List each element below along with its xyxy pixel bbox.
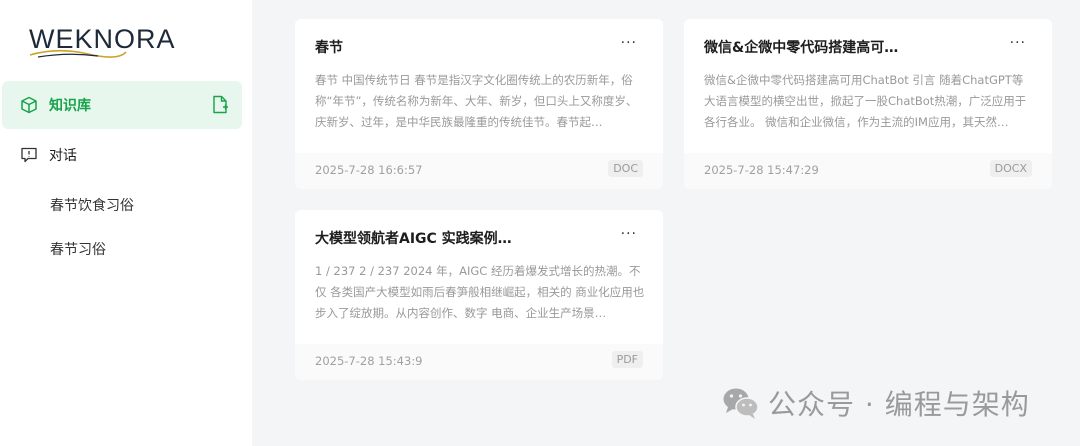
app-root: WEKNORA 知识库 对话 春节饮食习俗 春节习俗 春节 ··· 春节 中国传…: [0, 0, 1080, 446]
conversation-item[interactable]: 春节习俗: [50, 239, 106, 259]
knowledge-base-icon: [19, 95, 39, 115]
nav-chat-label: 对话: [49, 148, 77, 164]
card-date: 2025-7-28 16:6:57: [315, 163, 423, 177]
nav-knowledge-base-label: 知识库: [49, 98, 91, 114]
card-date: 2025-7-28 15:43:9: [315, 354, 423, 368]
card-description: 春节 中国传统节日 春节是指汉字文化圈传统上的农历新年，俗称“年节”，传统名称为…: [315, 73, 638, 129]
card-footer: 2025-7-28 15:43:9 PDF: [295, 344, 663, 380]
card-title: 微信&企微中零代码搭建高可…: [704, 40, 899, 56]
card-title: 大模型领航者AIGC 实践案例…: [315, 231, 512, 247]
sidebar: WEKNORA 知识库 对话 春节饮食习俗 春节习俗: [0, 0, 252, 446]
watermark-text: 公众号 · 编程与架构: [768, 388, 1030, 421]
wechat-icon: [723, 388, 759, 419]
document-card[interactable]: 微信&企微中零代码搭建高可… ··· 微信&企微中零代码搭建高可用ChatBot…: [684, 19, 1052, 189]
watermark: 公众号 · 编程与架构: [722, 383, 1030, 423]
nav-chat[interactable]: 对话: [2, 131, 242, 179]
file-type-badge: PDF: [611, 351, 643, 368]
file-type-badge: DOCX: [989, 160, 1032, 177]
card-title: 春节: [315, 40, 343, 56]
more-options-icon[interactable]: ···: [621, 35, 637, 51]
conversation-item[interactable]: 春节饮食习俗: [50, 195, 134, 215]
nav-knowledge-base[interactable]: 知识库: [2, 81, 242, 129]
document-card[interactable]: 春节 ··· 春节 中国传统节日 春节是指汉字文化圈传统上的农历新年，俗称“年节…: [295, 19, 663, 189]
card-date: 2025-7-28 15:47:29: [704, 163, 819, 177]
chat-icon: [19, 145, 39, 165]
file-type-badge: DOC: [608, 160, 643, 177]
more-options-icon[interactable]: ···: [621, 226, 637, 242]
card-footer: 2025-7-28 16:6:57 DOC: [295, 153, 663, 189]
logo-swoosh-icon: [29, 49, 127, 58]
card-footer: 2025-7-28 15:47:29 DOCX: [684, 153, 1052, 189]
add-file-icon[interactable]: [212, 95, 228, 118]
card-description: 1 / 237 2 / 237 2024 年，AIGC 经历着爆发式增长的热潮。…: [315, 264, 645, 320]
card-description: 微信&企微中零代码搭建高可用ChatBot 引言 随着ChatGPT等大语言模型…: [704, 73, 1027, 129]
document-card[interactable]: 大模型领航者AIGC 实践案例… ··· 1 / 237 2 / 237 202…: [295, 210, 663, 380]
more-options-icon[interactable]: ···: [1010, 35, 1026, 51]
